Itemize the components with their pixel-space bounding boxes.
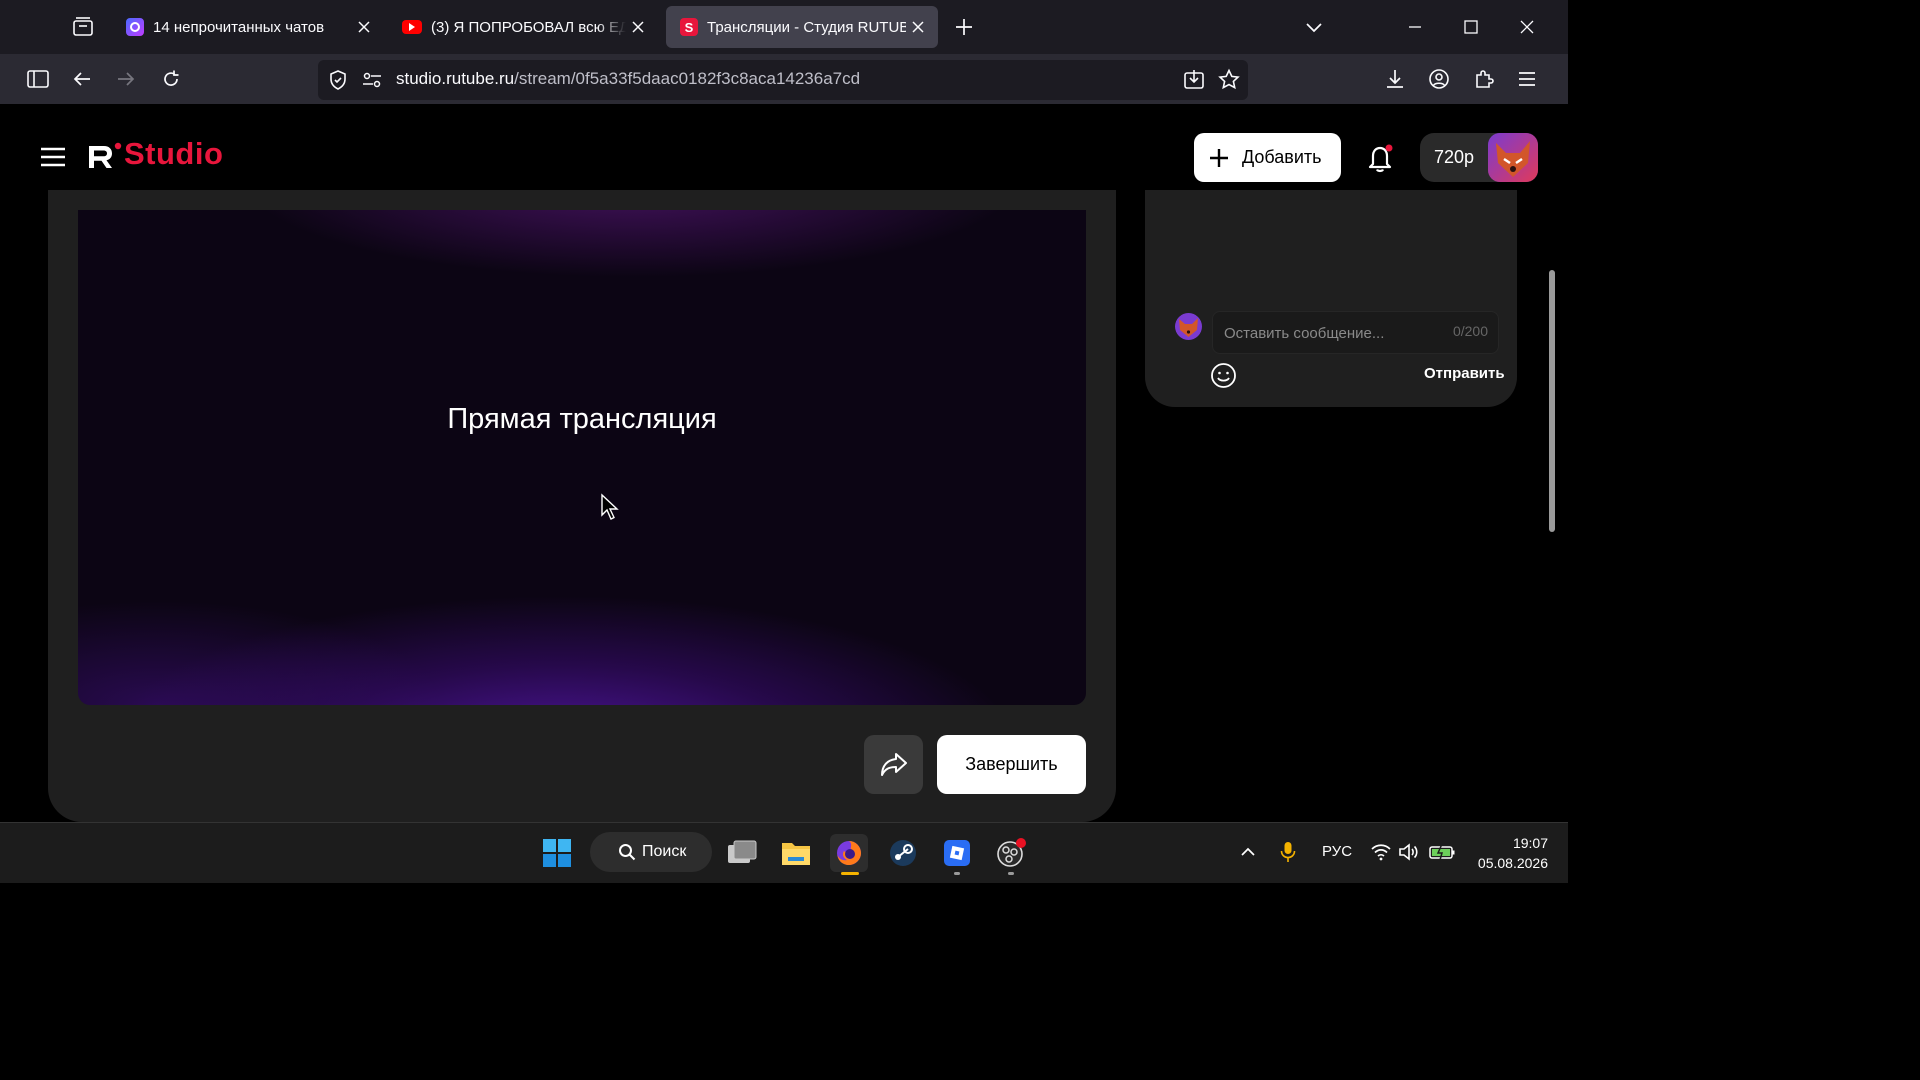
tab-title: (3) Я ПОПРОБОВАЛ всю ЕДУ из [431, 18, 626, 36]
chat-message-input[interactable] [1222, 320, 1446, 346]
notifications-bell-icon[interactable] [1366, 142, 1396, 174]
maximize-icon[interactable] [1458, 14, 1484, 40]
rutube-studio-favicon-icon: S [680, 18, 698, 36]
obs-studio-icon[interactable] [992, 834, 1030, 872]
mouse-cursor-icon [600, 493, 620, 521]
quality-label: 720p [1434, 147, 1475, 167]
end-stream-button[interactable]: Завершить [937, 735, 1086, 794]
url-text[interactable]: studio.rutube.ru/stream/0f5a33f5daac0182… [396, 69, 860, 89]
task-view-icon[interactable] [723, 834, 761, 872]
firefox-icon[interactable] [830, 834, 868, 872]
user-avatar[interactable] [1488, 133, 1538, 182]
downloads-icon[interactable] [1382, 66, 1408, 92]
sidebar-toggle-icon[interactable] [23, 64, 53, 94]
show-hidden-icons-icon[interactable] [1238, 842, 1258, 862]
chat-char-counter: 0/200 [1452, 323, 1488, 339]
account-icon[interactable] [1426, 66, 1452, 92]
share-arrow-icon [879, 751, 909, 779]
taskbar-search[interactable]: Поиск [590, 832, 712, 872]
wifi-icon[interactable] [1370, 842, 1392, 862]
steam-icon[interactable] [884, 834, 922, 872]
studio-wordmark: Studio [124, 136, 224, 171]
forward-icon[interactable] [111, 64, 141, 94]
tab-title: Трансляции - Студия RUTUBE [707, 18, 906, 36]
bookmark-star-icon[interactable] [1216, 67, 1242, 93]
emoji-picker-icon[interactable] [1210, 362, 1237, 389]
app-menu-icon[interactable] [1514, 66, 1540, 92]
plus-icon [1208, 147, 1230, 169]
windows-start-icon[interactable] [538, 834, 576, 872]
reload-icon[interactable] [156, 64, 186, 94]
search-label: Поиск [642, 843, 687, 860]
firefox-active-indicator [841, 872, 859, 875]
file-explorer-icon[interactable] [777, 834, 815, 872]
video-preview[interactable] [78, 210, 1086, 705]
hamburger-menu-icon[interactable] [40, 145, 66, 169]
app-running-indicator [1008, 872, 1014, 875]
tracking-protection-icon[interactable] [326, 68, 350, 92]
input-language[interactable]: РУС [1322, 843, 1352, 860]
back-icon[interactable] [67, 64, 97, 94]
save-to-device-icon[interactable] [1181, 67, 1207, 93]
messenger-favicon-icon [126, 18, 144, 36]
rutube-logo[interactable]: R [87, 142, 123, 172]
new-tab-icon[interactable] [951, 14, 977, 40]
chat-message-field[interactable]: 0/200 [1212, 311, 1499, 354]
tab-title: 14 непрочитанных чатов [153, 18, 325, 36]
url-host: studio.rutube.ru [396, 69, 515, 88]
add-button-label: Добавить [1242, 147, 1322, 167]
close-tab-icon[interactable] [906, 15, 930, 39]
search-icon [618, 843, 636, 861]
add-button[interactable]: Добавить [1194, 133, 1341, 182]
list-all-tabs-icon[interactable] [1301, 14, 1327, 40]
battery-charging-icon[interactable] [1428, 842, 1456, 862]
tab-chats[interactable]: 14 непрочитанных чатов [112, 6, 384, 48]
tab-youtube[interactable]: (3) Я ПОПРОБОВАЛ всю ЕДУ из [388, 6, 658, 48]
share-button[interactable] [864, 735, 923, 794]
clock-time: 19:07 [1512, 835, 1548, 851]
app-running-indicator [954, 872, 960, 875]
extensions-icon[interactable] [1471, 66, 1497, 92]
site-permissions-icon[interactable] [360, 68, 384, 92]
tab-rutube-studio[interactable]: S Трансляции - Студия RUTUBE [666, 6, 938, 48]
send-message-button[interactable]: Отправить [1424, 365, 1505, 382]
page-scrollbar[interactable] [1549, 270, 1555, 532]
close-tab-icon[interactable] [626, 15, 650, 39]
browser-tab-bar: 14 непрочитанных чатов (3) Я ПОПРОБОВАЛ … [0, 0, 1568, 54]
taskbar-clock[interactable]: 19:07 05.08.2026 [1470, 833, 1548, 873]
url-path: /stream/0f5a33f5daac0182f3c8aca14236a7cd [514, 69, 861, 88]
close-tab-icon[interactable] [352, 15, 376, 39]
tab-groups-icon[interactable] [70, 14, 96, 40]
roblox-studio-icon[interactable] [938, 834, 976, 872]
chat-user-avatar [1175, 313, 1202, 340]
live-stream-label: Прямая трансляция [447, 403, 717, 435]
close-window-icon[interactable] [1514, 14, 1540, 40]
minimize-icon[interactable] [1402, 14, 1428, 40]
clock-date: 05.08.2026 [1477, 855, 1548, 871]
microphone-icon[interactable] [1278, 840, 1298, 864]
youtube-favicon-icon [402, 20, 422, 34]
volume-icon[interactable] [1398, 842, 1420, 862]
